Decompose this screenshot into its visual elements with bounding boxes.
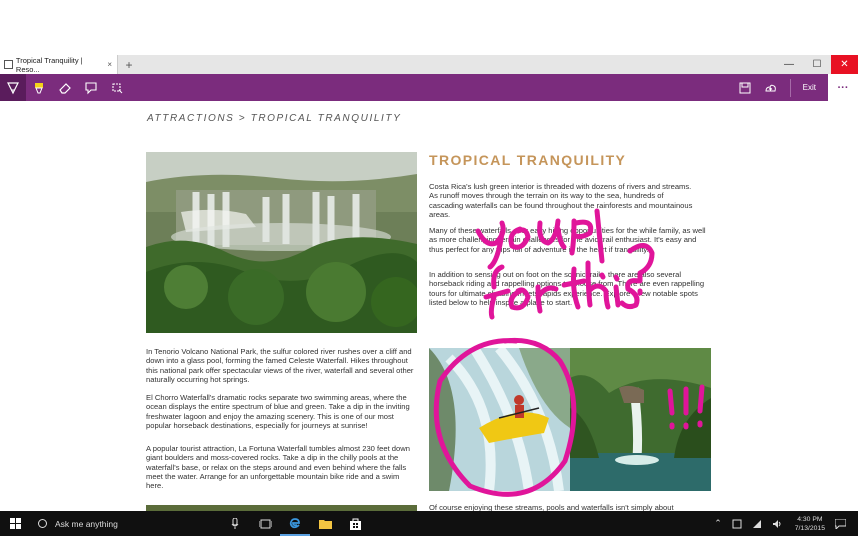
task-view-button[interactable] — [250, 511, 280, 536]
window-controls: — ☐ ✕ — [775, 55, 858, 74]
la-fortuna-paragraph: A popular tourist attraction, La Fortuna… — [146, 444, 410, 491]
file-explorer-button[interactable] — [310, 511, 340, 536]
tablet-icon[interactable] — [732, 519, 742, 529]
maximize-button[interactable]: ☐ — [803, 55, 831, 74]
activities-paragraph: In addition to sensing out on foot on th… — [429, 270, 705, 307]
web-page: ATTRACTIONS > TROPICAL TRANQUILITY TROPI… — [0, 101, 858, 511]
clip-button[interactable] — [104, 74, 130, 101]
edge-taskbar-button[interactable] — [280, 511, 310, 536]
search-placeholder: Ask me anything — [55, 518, 118, 529]
store-button[interactable] — [340, 511, 370, 536]
pen-icon — [7, 81, 19, 94]
tab-close-icon[interactable]: × — [107, 60, 112, 69]
clip-icon — [112, 82, 123, 93]
hiking-paragraph: Many of these waterfalls offer easy hiki… — [429, 226, 706, 254]
wifi-icon[interactable] — [752, 519, 762, 529]
browser-tab[interactable]: Tropical Tranquility | Reso... × — [0, 55, 118, 74]
edge-icon — [289, 517, 300, 528]
share-icon — [765, 84, 776, 91]
el-chorro-paragraph: El Chorro Waterfall's dramatic rocks sep… — [146, 393, 410, 430]
cortana-icon — [38, 519, 47, 528]
pen-tool-button[interactable] — [0, 74, 26, 101]
article-title: TROPICAL TRANQUILITY — [429, 152, 627, 168]
minimize-button[interactable]: — — [775, 55, 803, 74]
new-tab-button[interactable]: + — [118, 55, 140, 74]
breadcrumb: ATTRACTIONS > TROPICAL TRANQUILITY — [147, 113, 402, 124]
highlighter-icon — [35, 82, 43, 93]
tenorio-paragraph: In Tenorio Volcano National Park, the su… — [146, 347, 414, 384]
share-note-button[interactable] — [758, 74, 784, 101]
highlighter-tool-button[interactable] — [26, 74, 52, 101]
note-icon — [85, 81, 97, 94]
system-tray: ⌃ 4:30 PM 7/13/2015 — [709, 511, 858, 536]
tab-bar: Tropical Tranquility | Reso... × + — [0, 55, 858, 74]
save-note-button[interactable] — [732, 74, 758, 101]
typed-note-button[interactable] — [78, 74, 104, 101]
closing-paragraph: Of course enjoying these streams, pools … — [429, 503, 674, 511]
microphone-button[interactable] — [220, 511, 250, 536]
start-button[interactable] — [0, 511, 30, 536]
close-window-button[interactable]: ✕ — [831, 55, 858, 74]
eraser-tool-button[interactable] — [52, 74, 78, 101]
store-icon — [349, 518, 361, 530]
clock[interactable]: 4:30 PM 7/13/2015 — [795, 515, 825, 533]
eraser-icon — [59, 82, 71, 94]
chevron-up-icon[interactable]: ⌃ — [709, 518, 727, 529]
cortana-search-box[interactable]: Ask me anything — [30, 511, 230, 536]
action-center-icon[interactable] — [835, 518, 846, 529]
page-icon — [4, 60, 13, 69]
kayak-waterfall-image — [429, 348, 711, 491]
taskbar: Ask me anything ⌃ 4:30 PM 7/13/2015 — [0, 511, 858, 536]
web-note-toolbar: Exit ··· — [0, 74, 858, 101]
intro-paragraph: Costa Rica's lush green interior is thre… — [429, 182, 693, 219]
task-view-icon — [258, 519, 272, 528]
save-icon — [739, 82, 751, 93]
more-button[interactable]: ··· — [828, 74, 858, 101]
clock-time: 4:30 PM — [797, 515, 823, 523]
volume-icon[interactable] — [772, 519, 782, 529]
waterfall-hero-image — [146, 152, 417, 333]
tab-title: Tropical Tranquility | Reso... — [15, 55, 83, 74]
windows-logo-icon — [9, 518, 21, 529]
clock-date: 7/13/2015 — [794, 524, 825, 532]
folder-icon — [318, 519, 332, 529]
microphone-icon — [231, 518, 239, 529]
exit-button[interactable]: Exit — [789, 78, 828, 97]
